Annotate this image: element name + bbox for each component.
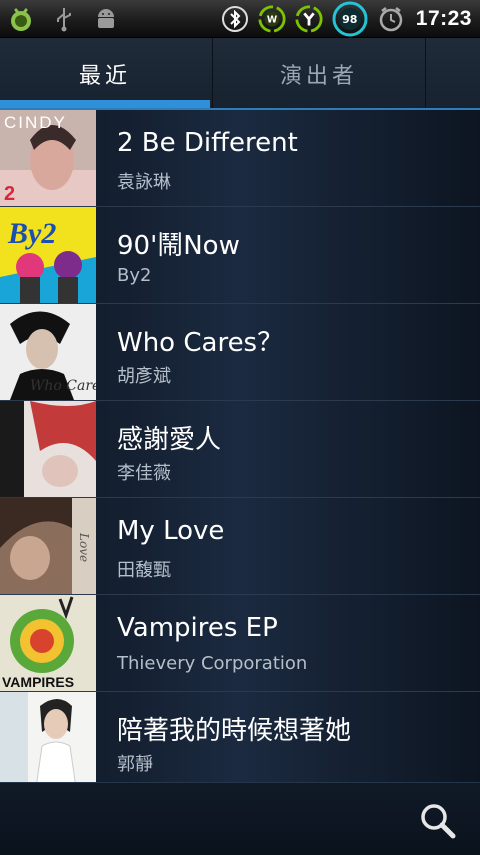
- svg-text:2: 2: [4, 183, 15, 205]
- bluetooth-icon: [221, 5, 249, 33]
- album-cover: CINDY 2: [0, 110, 96, 206]
- album-cover: By2: [0, 207, 96, 303]
- album-title: 2 Be Different: [117, 128, 298, 158]
- signal-y-icon: [295, 5, 323, 33]
- battery-icon: 98: [332, 1, 368, 37]
- svg-text:By2: By2: [7, 217, 56, 250]
- svg-text:Who Cares: Who Cares: [30, 378, 96, 394]
- status-bar: W 98 17:23: [0, 0, 480, 38]
- alarm-icon: [377, 5, 405, 33]
- album-cover: [0, 401, 96, 497]
- album-artist: 李佳薇: [117, 463, 171, 484]
- list-item[interactable]: Love My Love 田馥甄: [0, 498, 480, 595]
- list-item[interactable]: VAMPIRES Vampires EP Thievery Corporatio…: [0, 595, 480, 692]
- album-title: Who Cares？: [117, 328, 284, 358]
- clock: 17:23: [415, 7, 472, 30]
- album-artist: 袁詠琳: [117, 172, 171, 193]
- status-right-icons: W 98 17:23: [221, 1, 472, 37]
- album-cover: [0, 692, 96, 788]
- album-title: 90'鬧Now: [117, 231, 240, 261]
- svg-text:Love: Love: [77, 532, 91, 562]
- album-title: 感謝愛人: [117, 425, 222, 455]
- svg-text:CINDY: CINDY: [4, 113, 67, 132]
- album-title: Vampires EP: [117, 613, 278, 643]
- album-artist: 郭靜: [117, 754, 153, 775]
- app-icon: [8, 5, 36, 33]
- svg-text:W: W: [267, 15, 277, 26]
- list-item[interactable]: 陪著我的時候想著她 郭靜: [0, 692, 480, 789]
- album-title: My Love: [117, 516, 225, 546]
- album-artist: 胡彥斌: [117, 366, 171, 387]
- status-left-icons: [8, 3, 120, 35]
- album-artist: By2: [117, 265, 152, 286]
- album-cover: VAMPIRES: [0, 595, 96, 691]
- list-item[interactable]: Who Cares Who Cares？ 胡彥斌: [0, 304, 480, 401]
- album-artist: 田馥甄: [117, 560, 171, 581]
- album-cover: Love: [0, 498, 96, 594]
- list-item[interactable]: By2 90'鬧Now By2: [0, 207, 480, 304]
- search-icon[interactable]: [418, 801, 458, 841]
- tab-indicator: [0, 100, 210, 108]
- album-title: 陪著我的時候想著她: [117, 716, 352, 746]
- bottom-action-bar: [0, 782, 480, 855]
- android-debug-icon: [92, 5, 120, 33]
- list-item[interactable]: CINDY 2 2 Be Different 袁詠琳: [0, 110, 480, 207]
- album-artist: Thievery Corporation: [117, 653, 308, 674]
- album-cover: Who Cares: [0, 304, 96, 400]
- svg-text:VAMPIRES: VAMPIRES: [2, 674, 74, 690]
- tab-artists[interactable]: 演出者: [212, 38, 426, 110]
- usb-icon: [50, 5, 78, 33]
- wifi-w-icon: W: [258, 5, 286, 33]
- list-item[interactable]: 感謝愛人 李佳薇: [0, 401, 480, 498]
- battery-level: 98: [342, 13, 358, 26]
- album-list: CINDY 2 2 Be Different 袁詠琳 By2 90'鬧Now B…: [0, 110, 480, 789]
